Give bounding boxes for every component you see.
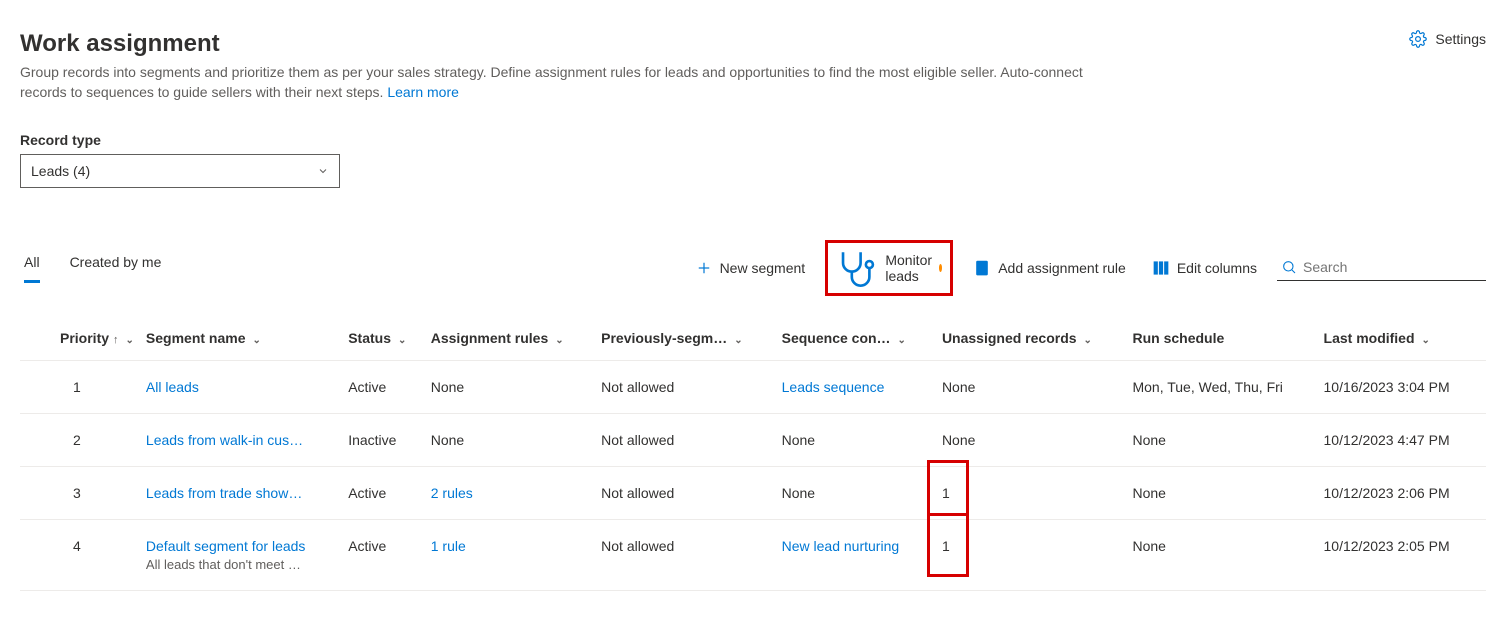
record-type-select[interactable]: Leads (4)	[20, 154, 340, 188]
segment-link[interactable]: All leads	[146, 379, 306, 395]
cell-priority: 3	[20, 467, 146, 520]
col-sequence-connected[interactable]: Sequence con…⌄	[782, 316, 942, 361]
sequence-link[interactable]: Leads sequence	[782, 379, 885, 395]
cell-unassigned: None	[942, 414, 1133, 467]
cell-schedule: None	[1132, 467, 1323, 520]
edit-columns-label: Edit columns	[1177, 260, 1257, 276]
cell-segment-name: All leads	[146, 361, 348, 414]
learn-more-link[interactable]: Learn more	[387, 84, 459, 100]
cell-unassigned: 1	[942, 520, 1133, 591]
edit-columns-button[interactable]: Edit columns	[1146, 255, 1263, 281]
segments-table: Priority↑⌄ Segment name⌄ Status⌄ Assignm…	[20, 316, 1486, 591]
cell-rules: None	[431, 361, 601, 414]
cell-schedule: Mon, Tue, Wed, Thu, Fri	[1132, 361, 1323, 414]
cell-prev: Not allowed	[601, 414, 781, 467]
add-assignment-rule-label: Add assignment rule	[998, 260, 1126, 276]
columns-icon	[1152, 259, 1170, 277]
search-icon	[1281, 259, 1297, 275]
table-body: 1 All leads Active None Not allowed Lead…	[20, 361, 1486, 591]
cell-status: Inactive	[348, 414, 431, 467]
cell-unassigned: None	[942, 361, 1133, 414]
cell-segment-name: Default segment for leads All leads that…	[146, 520, 348, 591]
cell-rules: None	[431, 414, 601, 467]
settings-button[interactable]: Settings	[1409, 30, 1486, 48]
cell-status: Active	[348, 467, 431, 520]
description-text: Group records into segments and prioriti…	[20, 64, 1083, 100]
cell-prev: Not allowed	[601, 467, 781, 520]
cell-priority: 4	[20, 520, 146, 591]
sequence-link[interactable]: New lead nurturing	[782, 538, 900, 554]
segment-link[interactable]: Leads from trade shows …	[146, 485, 306, 501]
cell-unassigned: 1	[942, 467, 1133, 520]
cell-modified: 10/12/2023 2:06 PM	[1324, 467, 1486, 520]
cell-schedule: None	[1132, 414, 1323, 467]
col-run-schedule[interactable]: Run schedule	[1132, 316, 1323, 361]
segment-link[interactable]: Default segment for leads	[146, 538, 306, 554]
cell-priority: 2	[20, 414, 146, 467]
cell-modified: 10/16/2023 3:04 PM	[1324, 361, 1486, 414]
gear-icon	[1409, 30, 1427, 48]
cell-sequence: None	[782, 467, 942, 520]
tab-created-by-me[interactable]: Created by me	[70, 254, 162, 283]
search-input-wrap[interactable]	[1277, 256, 1486, 281]
segment-link[interactable]: Leads from walk-in custo…	[146, 432, 306, 448]
page-title: Work assignment	[20, 30, 1120, 58]
stethoscope-icon	[836, 247, 878, 289]
cell-segment-name: Leads from walk-in custo…	[146, 414, 348, 467]
cell-modified: 10/12/2023 2:05 PM	[1324, 520, 1486, 591]
page-description: Group records into segments and prioriti…	[20, 62, 1120, 102]
cell-sequence: New lead nurturing	[782, 520, 942, 591]
cell-status: Active	[348, 520, 431, 591]
cell-prev: Not allowed	[601, 520, 781, 591]
cell-prev: Not allowed	[601, 361, 781, 414]
record-type-value: Leads (4)	[31, 163, 90, 179]
col-status[interactable]: Status⌄	[348, 316, 431, 361]
cell-modified: 10/12/2023 4:47 PM	[1324, 414, 1486, 467]
new-segment-button[interactable]: New segment	[689, 255, 812, 281]
plus-icon	[695, 259, 713, 277]
document-icon	[973, 259, 991, 277]
col-segment-name[interactable]: Segment name⌄	[146, 316, 348, 361]
search-input[interactable]	[1303, 259, 1484, 275]
table-row[interactable]: 2 Leads from walk-in custo… Inactive Non…	[20, 414, 1486, 467]
col-unassigned-records[interactable]: Unassigned records⌄	[942, 316, 1133, 361]
col-previously-segmented[interactable]: Previously-segm…⌄	[601, 316, 781, 361]
table-row[interactable]: 1 All leads Active None Not allowed Lead…	[20, 361, 1486, 414]
col-last-modified[interactable]: Last modified⌄	[1324, 316, 1486, 361]
cell-sequence: None	[782, 414, 942, 467]
col-priority[interactable]: Priority↑⌄	[20, 316, 146, 361]
monitor-leads-label: Monitor leads	[885, 252, 932, 284]
tab-all[interactable]: All	[24, 254, 40, 283]
cell-status: Active	[348, 361, 431, 414]
cell-sequence: Leads sequence	[782, 361, 942, 414]
cell-rules: 2 rules	[431, 467, 601, 520]
cell-schedule: None	[1132, 520, 1323, 591]
settings-label: Settings	[1435, 31, 1486, 47]
chevron-down-icon	[317, 165, 329, 177]
segment-subtitle: All leads that don't meet oth…	[146, 557, 306, 572]
cell-rules: 1 rule	[431, 520, 601, 591]
rules-link[interactable]: 1 rule	[431, 538, 466, 554]
record-type-label: Record type	[20, 132, 1486, 148]
new-segment-label: New segment	[720, 260, 806, 276]
add-assignment-rule-button[interactable]: Add assignment rule	[967, 255, 1132, 281]
monitor-leads-button[interactable]: Monitor leads	[825, 240, 953, 296]
cell-priority: 1	[20, 361, 146, 414]
col-assignment-rules[interactable]: Assignment rules⌄	[431, 316, 601, 361]
cell-segment-name: Leads from trade shows …	[146, 467, 348, 520]
table-row[interactable]: 3 Leads from trade shows … Active 2 rule…	[20, 467, 1486, 520]
alert-dot-icon	[939, 264, 942, 272]
rules-link[interactable]: 2 rules	[431, 485, 473, 501]
table-row[interactable]: 4 Default segment for leads All leads th…	[20, 520, 1486, 591]
